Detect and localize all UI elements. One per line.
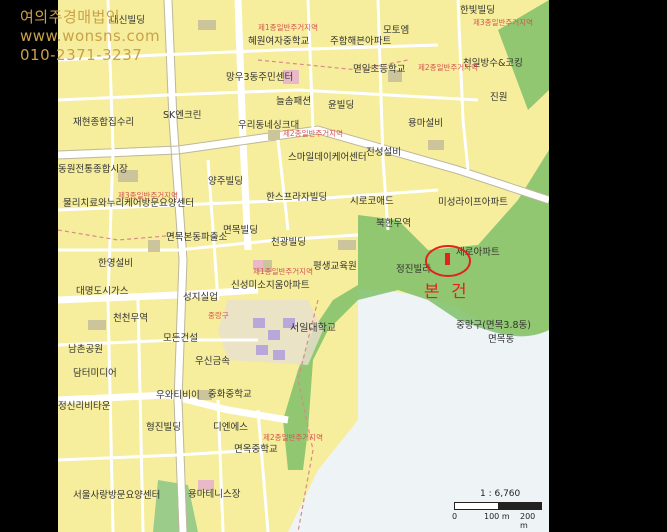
- scale-bar-graphic: [454, 502, 542, 510]
- company-phone: 010-2371-3237: [20, 46, 143, 64]
- place-label: 남촌공원: [68, 344, 103, 355]
- place-label: 진성설비: [366, 147, 401, 158]
- scale-tick-0: 0: [452, 512, 458, 521]
- place-label: 동원전통종합시장: [58, 164, 128, 175]
- company-name: 여의주경매법인: [20, 8, 121, 26]
- place-label: 디엔에스: [213, 422, 248, 433]
- place-label: 신성미소지움아파트: [231, 280, 310, 291]
- property-label: 본 건: [424, 282, 470, 302]
- place-label: 혜원여자중학교: [248, 35, 309, 47]
- scale-ratio: 1 : 6,760: [480, 489, 521, 499]
- place-label: 서울사랑방문요양센터: [73, 489, 160, 501]
- place-label: 면목본동파출소: [166, 232, 227, 243]
- place-label: 우신금속: [195, 356, 230, 367]
- zoning-label: 중랑구: [208, 311, 229, 320]
- place-label: 용마테니스장: [188, 489, 241, 500]
- scale-tick-2: 200 m: [520, 512, 536, 530]
- zoning-label: 제2종일반주거지역: [418, 62, 478, 72]
- property-parcel: [445, 253, 450, 265]
- place-label: 우와티비이: [156, 389, 200, 401]
- map-canvas[interactable]: 대신빌딩 혜원여자중학교 주함해븐아파트 모토엠 한빛빌딩 천일방수&코킹 망우…: [58, 0, 549, 532]
- place-label: 늘솜패션: [276, 96, 311, 107]
- place-label: 한빛빌딩: [460, 5, 495, 16]
- place-label: 면일초등학교: [353, 64, 406, 75]
- place-label: 면목빌딩: [223, 225, 258, 236]
- place-label: 진원: [490, 92, 507, 103]
- place-label: 모토엠: [383, 24, 409, 36]
- place-label: 서일대학교: [290, 322, 336, 334]
- place-label: 천광빌딩: [271, 236, 306, 248]
- place-label: 재현종합집수리: [73, 116, 134, 128]
- place-label: 대명도시가스: [76, 286, 129, 297]
- place-label: 면옥중학교: [234, 444, 278, 455]
- zoning-label: 제1종일반주거지역: [253, 266, 313, 276]
- place-label: 정신리비타운: [58, 401, 111, 412]
- place-label: 망우3동주민센터: [226, 72, 293, 83]
- place-label: 천천무역: [113, 313, 148, 324]
- map-svg: 대신빌딩 혜원여자중학교 주함해븐아파트 모토엠 한빛빌딩 천일방수&코킹 망우…: [58, 0, 549, 532]
- scale-tick-1: 100 m: [484, 512, 510, 521]
- company-website[interactable]: www.wonsns.com: [20, 27, 160, 46]
- place-label: 스마일데이케어센터: [288, 152, 367, 163]
- place-label: 형진빌딩: [146, 422, 181, 433]
- place-label: SK엔크린: [163, 110, 201, 121]
- place-label: 미성라이프아파트: [438, 197, 508, 208]
- zoning-label: 제2종일반주거지역: [263, 432, 323, 442]
- place-label: 담터미디어: [73, 367, 117, 379]
- zoning-label: 제2종일반주거지역: [283, 128, 343, 138]
- zoning-label: 제3종일반주거지역: [118, 190, 178, 200]
- place-label: 한스프라자빌딩: [266, 192, 327, 203]
- place-label: 윤빌딩: [328, 100, 354, 111]
- place-label: 양주빌딩: [208, 176, 243, 187]
- place-label: 중랑구(면목3.8동): [456, 319, 531, 331]
- place-label: 면목동: [488, 334, 514, 345]
- place-label: 한영설비: [98, 258, 133, 269]
- place-label: 모든건설: [163, 333, 198, 344]
- place-label: 평생교육원: [313, 261, 357, 272]
- zoning-label: 제1종일반주거지역: [258, 22, 318, 32]
- zoning-label: 제3종일반주거지역: [473, 17, 533, 27]
- place-label: 용마설비: [408, 118, 443, 129]
- place-label: 북한무역: [376, 218, 411, 229]
- place-label: 중화중학교: [208, 389, 252, 400]
- place-label: 성지실업: [183, 291, 218, 303]
- place-label: 주함해븐아파트: [330, 35, 391, 47]
- company-info: 여의주경매법인 www.wonsns.com 010-2371-3237: [20, 8, 160, 65]
- place-label: 시로코애드: [350, 196, 394, 207]
